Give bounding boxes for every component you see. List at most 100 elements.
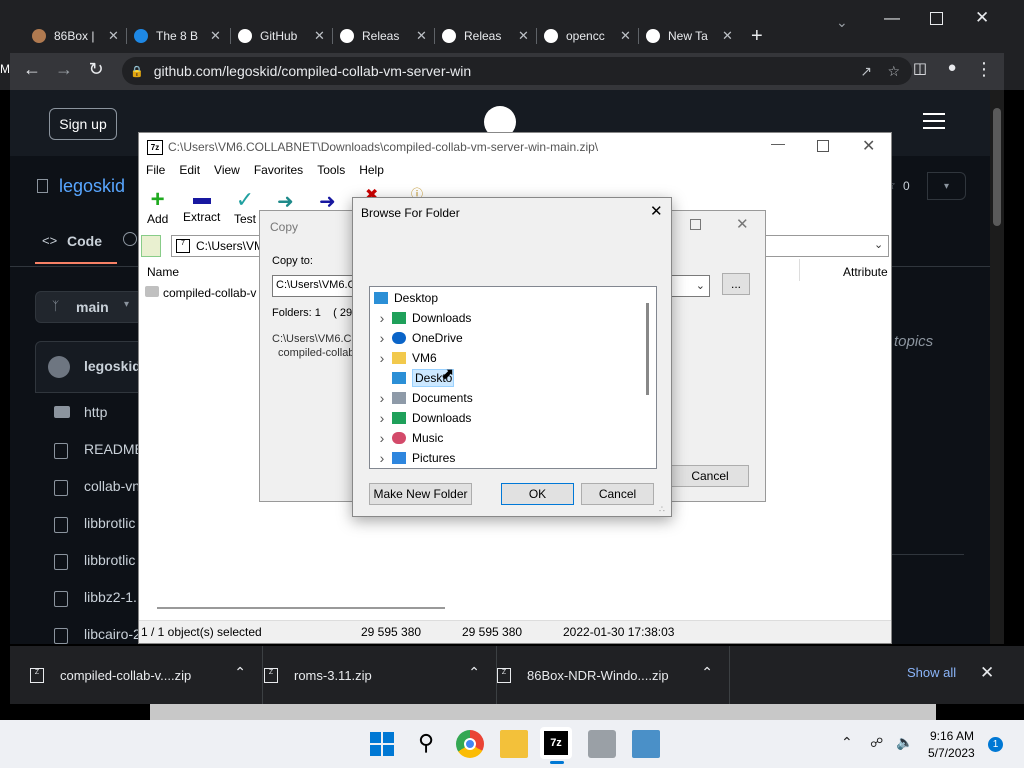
chevron-up-icon[interactable]: ⌃ [234,664,246,681]
tree-item[interactable]: › Downloads [376,408,646,428]
file-explorer-icon[interactable] [500,730,528,758]
new-tab-button[interactable]: + [751,22,763,50]
chevron-right-icon[interactable]: › [376,330,388,346]
tab-2[interactable]: The 8 B ✕ [134,22,221,50]
tab-close-icon[interactable]: ✕ [722,28,733,44]
tree-item[interactable]: › Downloads [376,308,646,328]
notification-badge[interactable]: 1 [988,737,1003,752]
sidepanel-icon[interactable]: ◫ [908,59,932,77]
chevron-down-icon[interactable]: ⌄ [874,238,883,251]
file-link[interactable]: collab-vn [84,478,140,494]
menu-help[interactable]: Help [352,163,391,181]
tab-7[interactable]: New Ta ✕ [646,22,733,50]
tab-close-icon[interactable]: ✕ [518,28,529,44]
app-box-icon[interactable] [588,730,616,758]
menu-favorites[interactable]: Favorites [247,163,310,181]
issues-icon[interactable] [123,232,137,246]
network-icon[interactable]: ☍ [870,735,883,751]
folder-tree[interactable]: Desktop › Downloads › OneDrive › VM6 Desktop › Do… [369,286,657,469]
tab-4[interactable]: Releas ✕ [340,22,427,50]
minimize-icon[interactable]: — [771,135,785,151]
share-icon[interactable]: ↗ [860,63,872,80]
close-icon[interactable]: ✕ [736,215,749,233]
download-item[interactable]: Z 86Box-NDR-Windo....zip ⌃ [497,646,719,704]
show-all-link[interactable]: Show all [907,665,956,680]
url-field[interactable]: 🔒 github.com/legoskid/compiled-collab-vm… [122,57,912,85]
tree-item[interactable]: Desktop [370,288,640,308]
bookmark-star-icon[interactable]: ☆ [887,63,900,80]
clock-date[interactable]: 5/7/2023 [928,746,975,760]
close-icon[interactable]: ✕ [650,202,663,220]
make-new-folder-button[interactable]: Make New Folder [369,483,472,505]
browse-button[interactable]: ... [722,273,750,295]
download-item[interactable]: Zroms-3.11.zip ⌃ [264,646,486,704]
tree-item[interactable]: › VM6 [376,348,646,368]
menu-file[interactable]: File [139,163,172,181]
chevron-up-icon[interactable]: ⌃ [468,664,480,681]
chevron-right-icon[interactable]: › [376,450,388,466]
scrollbar-thumb[interactable] [993,108,1001,226]
back-icon[interactable]: ← [20,59,44,80]
forward-icon[interactable]: → [52,59,76,80]
tab-6[interactable]: opencc ✕ [544,22,631,50]
star-dropdown[interactable]: ▾ [927,172,966,200]
commit-author[interactable]: legoskid [84,358,141,374]
tab-close-icon[interactable]: ✕ [108,28,119,44]
resize-grip[interactable]: ∴ [659,504,665,515]
extract-button[interactable]: Extract [183,188,220,224]
chevron-down-icon[interactable]: ⌄ [696,279,705,292]
minimize-icon[interactable]: — [884,10,900,28]
tab-search-icon[interactable]: ⌄ [836,14,848,31]
clock-time[interactable]: 9:16 AM [930,729,974,743]
file-link[interactable]: libbrotlic [84,515,135,531]
chevron-up-icon[interactable]: ⌃ [841,734,853,751]
chevron-right-icon[interactable]: › [376,350,388,366]
file-link[interactable]: libbrotlic [84,552,135,568]
chevron-right-icon[interactable]: › [376,390,388,406]
branch-button[interactable]: ᛉ main ▾ [35,291,143,323]
copy-cancel-button[interactable]: Cancel [671,465,749,487]
hamburger-icon[interactable] [923,113,945,129]
file-link[interactable]: libcairo-2 [84,626,141,642]
test-button[interactable]: ✓ Test [234,188,256,227]
monitor-icon[interactable] [632,730,660,758]
maximize-icon[interactable] [817,140,829,152]
close-icon[interactable]: ✕ [980,663,994,683]
sevenzip-taskbar-item[interactable]: 7z [540,727,572,764]
add-button[interactable]: + Add [147,188,168,227]
file-link[interactable]: README [84,441,144,457]
reload-icon[interactable]: ↻ [84,59,108,80]
tree-item[interactable]: › Documents [376,388,646,408]
tab-1[interactable]: 86Box | ✕ [32,22,119,50]
chrome-icon[interactable] [456,730,484,758]
ok-button[interactable]: OK [501,483,574,505]
repo-owner-link[interactable]: legoskid [59,176,125,197]
page-scrollbar[interactable] [990,90,1004,644]
tab-close-icon[interactable]: ✕ [620,28,631,44]
chevron-right-icon[interactable]: › [376,430,388,446]
tab-code[interactable]: Code [67,233,102,249]
chevron-right-icon[interactable]: › [376,310,388,326]
start-icon[interactable] [368,730,396,758]
tab-3[interactable]: GitHub ✕ [238,22,325,50]
col-attributes-header[interactable]: Attribute [843,265,888,279]
tab-close-icon[interactable]: ✕ [416,28,427,44]
maximize-icon[interactable] [930,12,943,25]
sign-up-button[interactable]: Sign up [49,108,117,140]
browse-cancel-button[interactable]: Cancel [581,483,654,505]
close-icon[interactable]: ✕ [862,136,875,156]
file-link[interactable]: libbz2-1. [84,589,137,605]
profile-icon[interactable]: ● [940,59,964,76]
tab-close-icon[interactable]: ✕ [314,28,325,44]
tree-item[interactable]: › Pictures [376,448,646,468]
tab-5[interactable]: Releas ✕ [442,22,529,50]
menu-view[interactable]: View [207,163,247,181]
maximize-icon[interactable] [690,219,701,230]
search-icon[interactable]: ⚲ [412,730,440,758]
menu-edit[interactable]: Edit [172,163,207,181]
file-link[interactable]: http [84,404,107,420]
file-row-name[interactable]: compiled-collab-v [163,286,256,300]
close-icon[interactable]: ✕ [975,8,989,28]
chevron-right-icon[interactable]: › [376,410,388,426]
menu-tools[interactable]: Tools [310,163,352,181]
